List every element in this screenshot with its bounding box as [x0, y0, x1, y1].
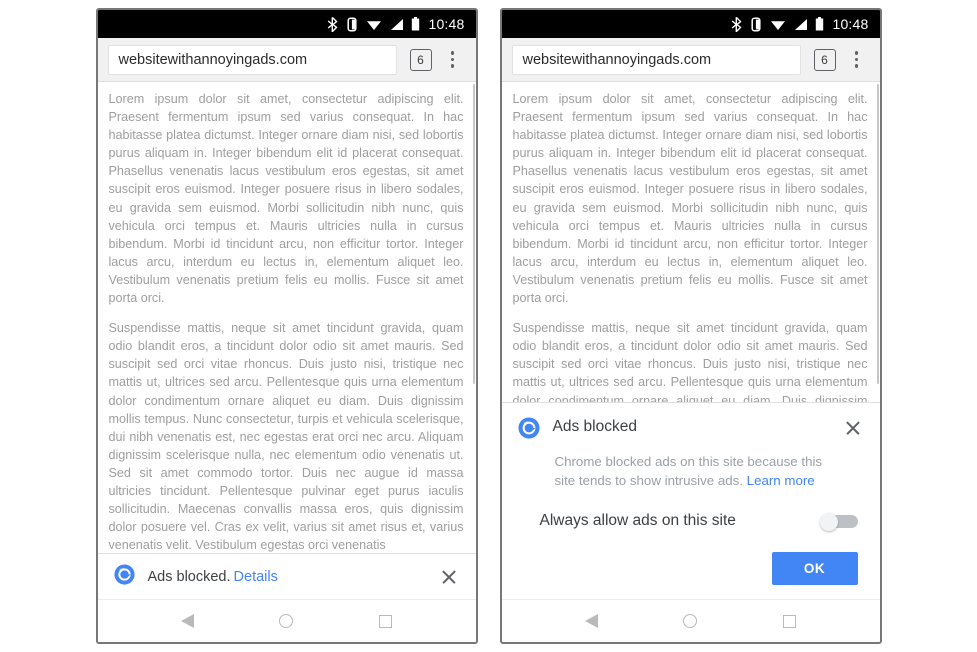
always-allow-row: Always allow ads on this site	[518, 512, 864, 531]
learn-more-link[interactable]: Learn more	[747, 473, 815, 488]
tab-switcher-button[interactable]: 6	[409, 48, 432, 71]
omnibox-left[interactable]: websitewithannoyingads.com	[107, 44, 397, 75]
omnibox-url-text: websitewithannoyingads.com	[118, 51, 308, 68]
menu-dot	[854, 64, 859, 68]
recents-button[interactable]	[366, 606, 406, 636]
overflow-menu-icon[interactable]	[844, 45, 870, 75]
menu-dot	[854, 57, 859, 62]
home-button[interactable]	[670, 606, 710, 636]
status-bar-right: 10:48	[501, 10, 880, 38]
dialog-actions: OK	[518, 552, 864, 585]
tab-switcher-button[interactable]: 6	[813, 48, 836, 71]
omnibox-right[interactable]: websitewithannoyingads.com	[511, 44, 801, 75]
status-bar-clock: 10:48	[832, 16, 869, 32]
android-nav-bar-right	[501, 599, 880, 642]
menu-dot	[450, 57, 455, 62]
wifi-icon	[366, 16, 382, 32]
page-paragraph-2: Suspendisse mattis, neque sit amet tinci…	[108, 321, 464, 553]
always-allow-toggle[interactable]	[819, 512, 858, 531]
android-nav-bar-left	[97, 599, 476, 642]
page-paragraph-1: Lorem ipsum dolor sit amet, consectetur …	[512, 92, 868, 306]
home-button[interactable]	[266, 606, 306, 636]
toggle-knob	[819, 512, 838, 531]
home-circle-icon	[683, 614, 698, 628]
battery-icon	[411, 16, 420, 32]
back-triangle-icon	[180, 614, 194, 628]
omnibox-url-text: websitewithannoyingads.com	[522, 51, 712, 68]
tab-count-label: 6	[417, 52, 424, 67]
screenshot-stage: 10:48 websitewithannoyingads.com 6 Lorem…	[0, 0, 977, 652]
web-page-content-left[interactable]: Lorem ipsum dolor sit amet, consectetur …	[97, 82, 476, 553]
page-scrollbar[interactable]	[472, 84, 475, 384]
page-paragraph-1: Lorem ipsum dolor sit amet, consectetur …	[108, 92, 464, 306]
dialog-header: Ads blocked	[517, 417, 864, 444]
browser-toolbar-right: websitewithannoyingads.com 6	[501, 38, 880, 82]
menu-dot	[450, 51, 455, 55]
close-icon[interactable]	[438, 566, 460, 588]
back-triangle-icon	[584, 614, 598, 628]
ok-button[interactable]: OK	[771, 552, 858, 585]
ads-blocked-snackbar: Ads blocked. Details	[97, 553, 476, 599]
vibrate-icon	[749, 16, 763, 32]
home-circle-icon	[279, 614, 294, 628]
recents-square-icon	[379, 614, 393, 628]
chrome-logo-icon	[517, 417, 540, 444]
tab-count-label: 6	[821, 52, 828, 67]
phone-left: 10:48 websitewithannoyingads.com 6 Lorem…	[95, 8, 478, 644]
bluetooth-icon	[327, 16, 338, 32]
signal-icon	[793, 16, 808, 32]
close-icon[interactable]	[842, 417, 864, 439]
page-paragraph-2: Suspendisse mattis, neque sit amet tinci…	[512, 321, 868, 402]
web-page-content-right[interactable]: Lorem ipsum dolor sit amet, consectetur …	[501, 82, 880, 402]
recents-square-icon	[783, 614, 797, 628]
signal-icon	[389, 16, 404, 32]
wifi-icon	[770, 16, 786, 32]
page-scrollbar[interactable]	[876, 84, 879, 384]
snackbar-details-link[interactable]: Details	[234, 569, 278, 585]
overflow-menu-icon[interactable]	[440, 45, 466, 75]
battery-icon	[815, 16, 824, 32]
menu-dot	[854, 51, 859, 55]
always-allow-label: Always allow ads on this site	[539, 512, 736, 529]
back-button[interactable]	[571, 606, 611, 636]
menu-dot	[450, 64, 455, 68]
ads-blocked-dialog: Ads blocked Chrome blocked ads on this s…	[501, 402, 880, 599]
browser-toolbar-left: websitewithannoyingads.com 6	[97, 38, 476, 82]
bluetooth-icon	[731, 16, 742, 32]
status-bar-left: 10:48	[97, 10, 476, 38]
dialog-body: Chrome blocked ads on this site because …	[555, 452, 827, 490]
snackbar-message: Ads blocked. Details	[148, 569, 438, 585]
vibrate-icon	[345, 16, 359, 32]
chrome-logo-icon	[113, 563, 135, 590]
back-button[interactable]	[167, 606, 207, 636]
snackbar-message-text: Ads blocked.	[147, 568, 231, 585]
phone-right: 10:48 websitewithannoyingads.com 6 Lorem…	[499, 8, 882, 644]
dialog-title: Ads blocked	[552, 418, 637, 435]
recents-button[interactable]	[770, 606, 810, 636]
status-bar-clock: 10:48	[428, 16, 465, 32]
